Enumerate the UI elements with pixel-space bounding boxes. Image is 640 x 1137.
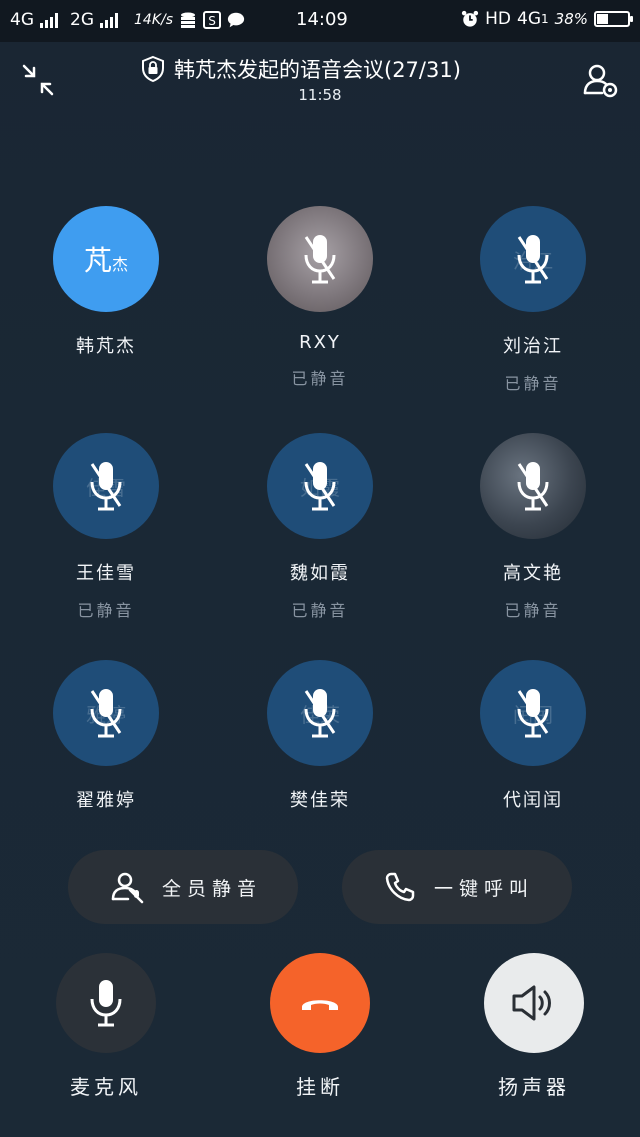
mic-muted-icon [304, 689, 336, 738]
speaker-control[interactable]: 扬声器 [454, 953, 614, 1100]
avatar: 佳荣 [267, 660, 373, 766]
meeting-duration: 11:58 [298, 86, 342, 104]
network-2g-label: 2G [70, 10, 94, 30]
avatar: 芃杰 [53, 206, 159, 312]
battery-percent: 38% [554, 10, 588, 28]
muted-status: 已静音 [291, 369, 349, 388]
participant-tile[interactable]: 芃杰 韩芃杰 [6, 206, 206, 358]
avatar: 雅婷 [53, 660, 159, 766]
microphone-icon [90, 980, 122, 1027]
call-all-button[interactable]: 一键呼叫 [342, 850, 572, 924]
add-participant-icon[interactable] [580, 60, 620, 100]
muted-status: 已静音 [77, 601, 135, 620]
network-speed: 14K/s [134, 12, 174, 28]
avatar: 闰闰 [480, 660, 586, 766]
participant-name: RXY [299, 332, 341, 353]
speaker-icon [512, 985, 551, 1021]
speaker-label: 扬声器 [498, 1075, 570, 1099]
mic-muted-icon [517, 462, 549, 511]
participant-name: 翟雅婷 [76, 790, 136, 811]
avatar: 如霞 [267, 433, 373, 539]
participant-tile[interactable]: 雅婷 翟雅婷 [6, 660, 206, 812]
participant-tile[interactable]: RXY 已静音 [220, 206, 420, 389]
participant-tile[interactable]: 佳雪 王佳雪 已静音 [6, 433, 206, 621]
participant-name: 魏如霞 [290, 563, 350, 584]
battery-level [597, 14, 608, 24]
avatar-initials: 芃杰 [83, 244, 129, 277]
shield-lock-icon [142, 55, 164, 83]
microphone-button[interactable] [56, 953, 156, 1053]
network-4g-label: 4G [10, 10, 34, 30]
microphone-label: 麦克风 [70, 1075, 142, 1099]
participant-tile[interactable]: 治江 刘治江 已静音 [433, 206, 633, 394]
network-4g-label-right: 4G [517, 9, 542, 29]
meeting-title: 韩芃杰发起的语音会议(27/31) [140, 54, 461, 84]
participant-tile[interactable]: 高文艳 已静音 [433, 433, 633, 621]
microphone-control[interactable]: 麦克风 [26, 953, 186, 1100]
speaker-button[interactable] [484, 953, 584, 1053]
avatar [480, 433, 586, 539]
hangup-label: 挂断 [296, 1075, 344, 1099]
avatar [267, 206, 373, 312]
muted-status: 已静音 [291, 601, 349, 620]
mute-all-icon [111, 872, 144, 904]
signal-icon [100, 12, 118, 28]
mic-muted-icon [517, 235, 549, 284]
svg-text:S: S [208, 14, 216, 28]
message-bubble-icon [227, 12, 245, 28]
mic-muted-icon [304, 462, 336, 511]
avatar: 佳雪 [53, 433, 159, 539]
participant-name: 高文艳 [503, 563, 563, 584]
mute-all-button[interactable]: 全员静音 [68, 850, 298, 924]
participant-name: 刘治江 [503, 336, 563, 357]
s-app-icon: S [203, 11, 222, 29]
participant-name: 代闰闰 [503, 790, 563, 811]
mic-muted-icon [304, 235, 336, 284]
mic-muted-icon [90, 462, 122, 511]
alarm-clock-icon [462, 10, 479, 27]
call-all-label: 一键呼叫 [434, 877, 535, 900]
participant-tile[interactable]: 如霞 魏如霞 已静音 [220, 433, 420, 621]
hangup-button[interactable] [270, 953, 370, 1053]
hd-label: HD [485, 9, 512, 29]
status-left: 4G 2G 14K/s S [10, 10, 245, 30]
participant-name: 韩芃杰 [76, 336, 136, 357]
mute-all-label: 全员静音 [162, 877, 263, 900]
mic-muted-icon [90, 689, 122, 738]
hangup-icon [302, 1000, 338, 1010]
muted-status: 已静音 [504, 601, 562, 620]
muted-status: 已静音 [504, 374, 562, 393]
status-right: HD 4G 1 38% [461, 9, 633, 29]
participant-tile[interactable]: 闰闰 代闰闰 [433, 660, 633, 812]
participant-name: 王佳雪 [76, 563, 136, 584]
battery-icon [594, 11, 633, 27]
hangup-control[interactable]: 挂断 [240, 953, 400, 1100]
status-time: 14:09 [296, 9, 348, 30]
phone-icon [385, 872, 415, 902]
mic-muted-icon [517, 689, 549, 738]
participant-tile[interactable]: 佳荣 樊佳荣 [220, 660, 420, 812]
signal-icon [40, 12, 58, 28]
meeting-title-text: 韩芃杰发起的语音会议(27/31) [174, 58, 461, 82]
database-icon [181, 12, 196, 28]
network-4g-sub: 1 [541, 12, 549, 26]
status-bar: 4G 2G 14K/s S 14:09 HD 4G 1 38% [0, 0, 640, 42]
participant-name: 樊佳荣 [290, 790, 350, 811]
avatar: 治江 [480, 206, 586, 312]
